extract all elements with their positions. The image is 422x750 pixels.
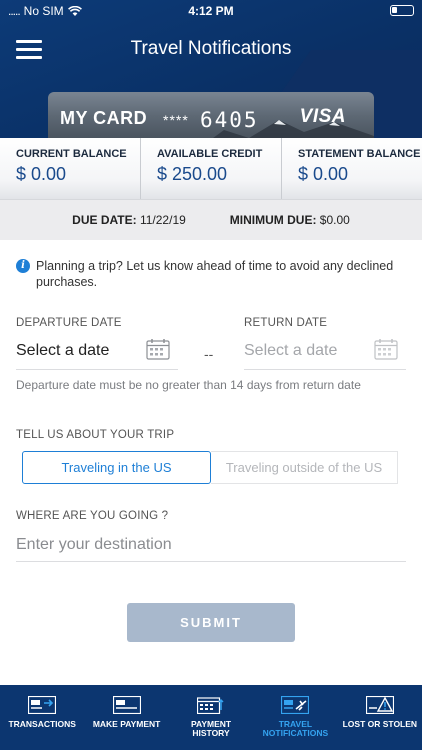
page-title: Travel Notifications	[130, 38, 292, 59]
info-icon: i	[16, 259, 30, 273]
date-hint: Departure date must be no greater than 1…	[16, 378, 361, 392]
status-time: 4:12 PM	[188, 4, 234, 18]
trip-option-us[interactable]: Traveling in the US	[22, 451, 211, 484]
destination-label: WHERE ARE YOU GOING ?	[16, 510, 169, 522]
calendar-icon	[146, 339, 170, 360]
trip-type-selector: Traveling in the US Traveling outside of…	[22, 451, 400, 484]
balance-strip: CURRENT BALANCE $ 0.00 AVAILABLE CREDIT …	[0, 138, 422, 200]
travel-card-icon	[281, 696, 310, 714]
nav-label: LOST OR STOLEN	[342, 719, 418, 729]
balance-value: $ 0.00	[16, 164, 67, 184]
trip-option-outside-us[interactable]: Traveling outside of the US	[211, 451, 398, 484]
return-label: RETURN DATE	[244, 317, 328, 329]
departure-date-value: Select a date	[16, 342, 110, 359]
card-last-digits: 6405	[200, 108, 259, 132]
statement-balance: STATEMENT BALANCE $ 0.00	[282, 138, 422, 199]
nav-label: MAKE PAYMENT	[92, 719, 161, 729]
visa-logo: VISA	[299, 106, 346, 127]
trip-label: TELL US ABOUT YOUR TRIP	[16, 429, 175, 441]
available-credit: AVAILABLE CREDIT $ 250.00	[141, 138, 282, 199]
status-bar: ..... No SIM 4:12 PM	[0, 0, 422, 22]
nav-make-payment[interactable]: MAKE PAYMENT	[84, 685, 168, 750]
balance-value: $ 250.00	[157, 164, 228, 184]
info-message: i Planning a trip? Let us know ahead of …	[16, 258, 406, 290]
card-banner: MY CARD **** 6405 VISA	[48, 92, 374, 140]
nav-label: TRANSACTIONS	[8, 719, 76, 729]
warning-card-icon	[365, 696, 394, 714]
nav-travel-notifications[interactable]: TRAVEL NOTIFICATIONS	[253, 685, 337, 750]
info-text: Planning a trip? Let us know ahead of ti…	[36, 259, 394, 289]
transactions-icon	[28, 696, 57, 714]
date-separator: --	[204, 346, 214, 362]
return-date-field[interactable]: Select a date	[244, 334, 406, 370]
return-date-placeholder: Select a date	[244, 342, 338, 359]
card-name: MY CARD	[60, 108, 148, 128]
calendar-history-icon	[197, 697, 224, 714]
submit-button[interactable]: SUBMIT	[127, 603, 295, 642]
balance-label: CURRENT BALANCE	[16, 148, 127, 160]
nav-payment-history[interactable]: PAYMENT HISTORY	[169, 685, 253, 750]
due-date: DUE DATE: 11/22/19	[72, 213, 186, 227]
nav-transactions[interactable]: TRANSACTIONS	[0, 685, 84, 750]
header: ..... No SIM 4:12 PM Travel Notification…	[0, 0, 422, 140]
nav-label: PAYMENT HISTORY	[190, 719, 232, 738]
due-strip: DUE DATE: 11/22/19 MINIMUM DUE: $0.00	[0, 200, 422, 240]
calendar-icon	[374, 339, 398, 360]
destination-input[interactable]	[16, 528, 406, 562]
departure-date-field[interactable]: Select a date	[16, 334, 178, 370]
balance-value: $ 0.00	[298, 164, 349, 184]
battery-icon	[390, 5, 414, 16]
nav-lost-or-stolen[interactable]: LOST OR STOLEN	[338, 685, 422, 750]
card-mask: ****	[163, 112, 189, 128]
balance-label: STATEMENT BALANCE	[298, 148, 421, 160]
nav-label: TRAVEL NOTIFICATIONS	[262, 719, 329, 738]
minimum-due: MINIMUM DUE: $0.00	[229, 213, 350, 227]
current-balance: CURRENT BALANCE $ 0.00	[0, 138, 141, 199]
payment-card-icon	[112, 696, 141, 714]
departure-label: DEPARTURE DATE	[16, 317, 122, 329]
balance-label: AVAILABLE CREDIT	[157, 148, 263, 160]
bottom-nav: TRANSACTIONS MAKE PAYMENT PAYMENT HISTOR…	[0, 685, 422, 750]
